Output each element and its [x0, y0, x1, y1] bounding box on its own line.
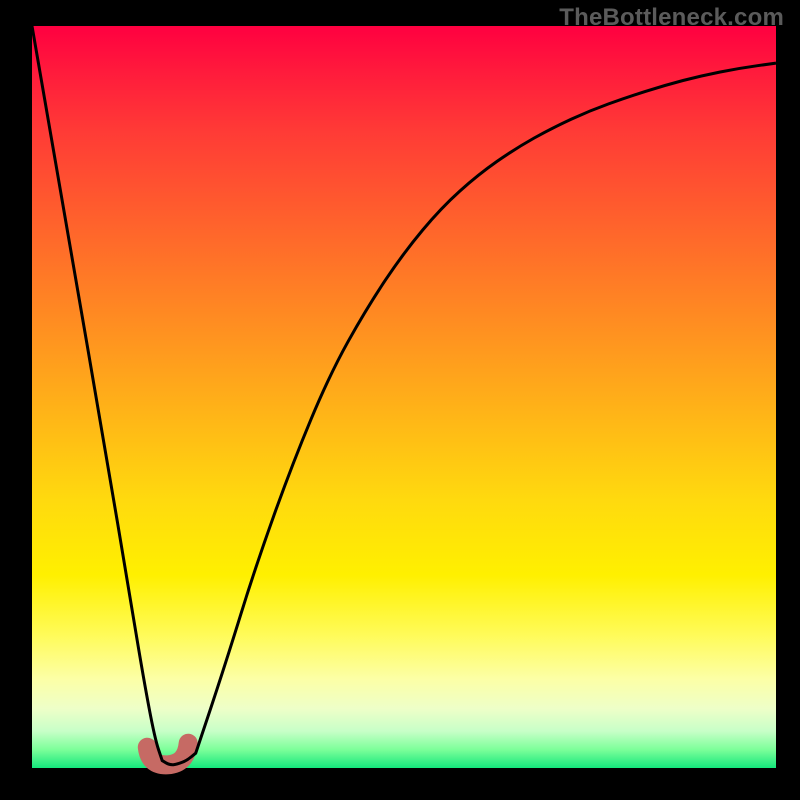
plot-area	[32, 26, 776, 768]
chart-frame: TheBottleneck.com	[0, 0, 800, 800]
bottleneck-curve	[32, 26, 776, 765]
curve-layer	[32, 26, 776, 768]
